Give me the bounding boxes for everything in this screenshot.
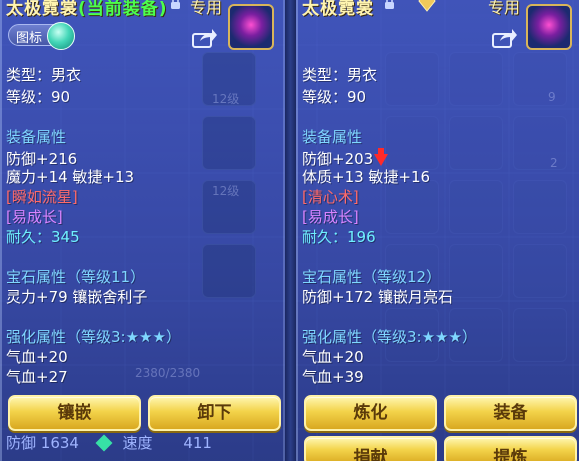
enhance-line: 气血+20 — [6, 348, 68, 366]
enhance-heading: 强化属性（等级3:★★★） — [6, 328, 181, 346]
stat-label: 速度 — [122, 434, 153, 452]
slot-level-label: 12级 — [212, 92, 240, 106]
gem-line: 防御+172 镶嵌月亮石 — [302, 288, 453, 306]
item-detail-panel-compare: 9 2 太极霓裳 专用 类型：男衣 等级：90 装备属性 防御+203 体质+1… — [296, 0, 579, 461]
lock-icon — [171, 0, 180, 9]
special-trait: [易成长] — [302, 208, 359, 226]
character-stats-row: 防御 1634 速度 411 — [6, 432, 212, 453]
inventory-slot — [202, 244, 256, 298]
gem-heading: 宝石属性（等级12） — [302, 268, 442, 286]
attr-line: 体质+13 敏捷+16 — [302, 168, 431, 186]
equip-attr-heading: 装备属性 — [302, 128, 363, 146]
item-avatar-icon — [228, 4, 274, 50]
durability: 耐久：196 — [302, 228, 376, 246]
special-effect: [清心术] — [302, 188, 359, 206]
item-name: 太极霓裳 — [6, 0, 78, 19]
gem-line: 灵力+79 镶嵌舍利子 — [6, 288, 148, 306]
stat-label: 防御 — [6, 434, 37, 452]
stat-value: 1634 — [40, 434, 79, 452]
item-avatar-icon — [526, 4, 572, 50]
panel-divider — [285, 0, 296, 461]
upgrade-button[interactable]: 提炼 — [444, 436, 577, 461]
attr-line: 魔力+14 敏捷+13 — [6, 168, 135, 186]
item-level: 等级：90 — [302, 88, 367, 106]
slot-count-label: 9 — [548, 90, 556, 104]
donate-button[interactable]: 捐献 — [304, 436, 437, 461]
decrease-arrow-icon — [374, 148, 389, 166]
item-title: 太极霓裳 — [302, 0, 374, 19]
enhance-line: 气血+39 — [302, 368, 364, 386]
icon-toggle[interactable]: 图标 — [8, 22, 75, 50]
exclusive-label: 专用 — [488, 0, 521, 17]
unequip-button[interactable]: 卸下 — [148, 395, 281, 431]
item-name: 太极霓裳 — [302, 0, 374, 19]
gem-badge-icon — [418, 0, 436, 12]
lock-icon — [385, 0, 394, 9]
share-icon[interactable] — [492, 28, 518, 48]
gem-heading: 宝石属性（等级11） — [6, 268, 146, 286]
stat-value: 411 — [183, 434, 212, 452]
special-trait: [易成长] — [6, 208, 63, 226]
slot-count-label: 2 — [550, 156, 558, 170]
equip-button[interactable]: 装备 — [444, 395, 577, 431]
enhance-line: 气血+27 — [6, 368, 68, 386]
icon-toggle-label: 图标 — [16, 31, 43, 46]
durability: 耐久：345 — [6, 228, 80, 246]
game-scene: 12级 12级 2380/2380 太极霓裳(当前装备) 专用 图标 类型：男衣… — [0, 0, 579, 461]
slot-level-label: 12级 — [212, 184, 240, 198]
toggle-knob — [47, 22, 75, 50]
item-level: 等级：90 — [6, 88, 71, 106]
exp-text: 2380/2380 — [135, 366, 201, 380]
exclusive-label: 专用 — [190, 0, 223, 17]
equipped-tag: (当前装备) — [78, 0, 168, 19]
inventory-slot — [202, 116, 256, 170]
enhance-line: 气血+20 — [302, 348, 364, 366]
item-type: 类型：男衣 — [302, 66, 378, 84]
item-type: 类型：男衣 — [6, 66, 82, 84]
item-title: 太极霓裳(当前装备) — [6, 0, 168, 19]
enhance-heading: 强化属性（等级3:★★★） — [302, 328, 477, 346]
item-detail-panel-current: 12级 12级 2380/2380 太极霓裳(当前装备) 专用 图标 类型：男衣… — [0, 0, 285, 461]
equip-attr-heading: 装备属性 — [6, 128, 67, 146]
gem-icon — [95, 434, 113, 452]
embed-button[interactable]: 镶嵌 — [8, 395, 141, 431]
special-effect: [瞬如流星] — [6, 188, 78, 206]
share-icon[interactable] — [192, 28, 218, 48]
refine-button[interactable]: 炼化 — [304, 395, 437, 431]
